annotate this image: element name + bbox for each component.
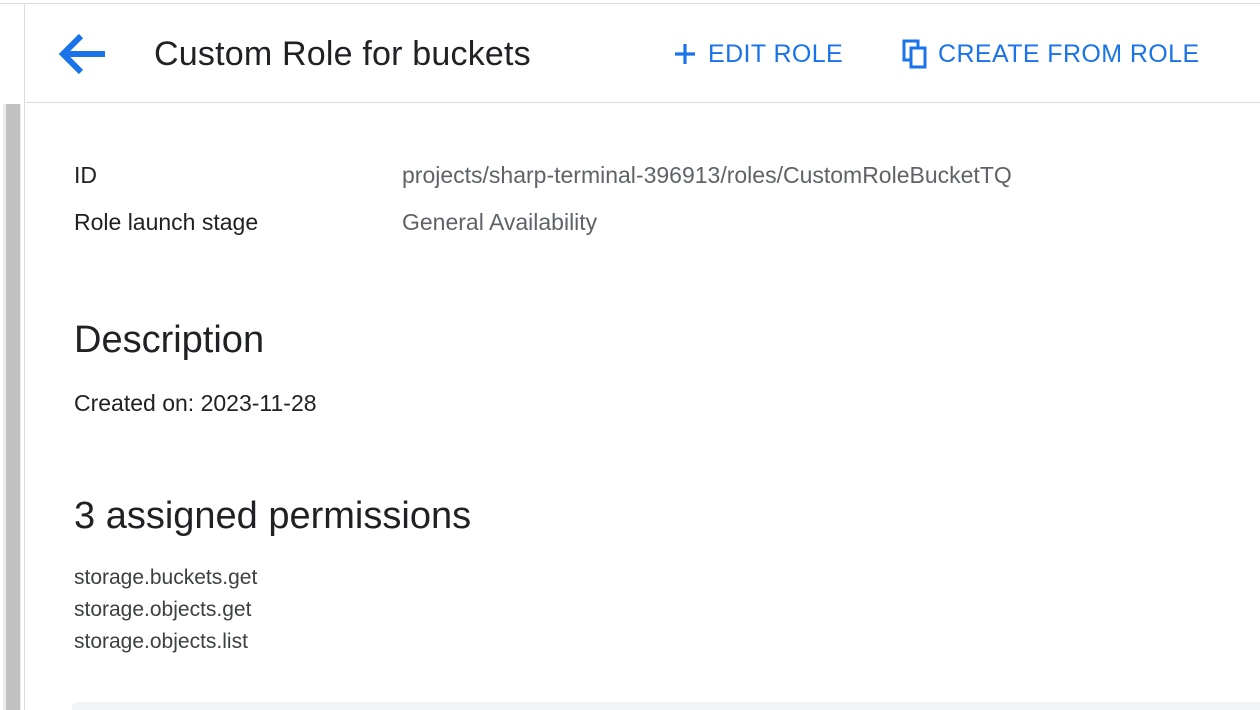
- permissions-list: storage.buckets.get storage.objects.get …: [74, 562, 257, 658]
- permission-item: storage.objects.get: [74, 598, 252, 621]
- plus-icon: [675, 44, 695, 64]
- create-from-role-button[interactable]: CREATE FROM ROLE: [902, 37, 1200, 71]
- launch-stage-label: Role launch stage: [74, 209, 259, 235]
- top-divider: [0, 0, 1260, 4]
- copy-icon: [902, 39, 927, 69]
- arrow-back-icon: [58, 33, 105, 75]
- page-title: Custom Role for buckets: [154, 35, 531, 73]
- id-label: ID: [74, 162, 97, 188]
- edit-role-label: EDIT ROLE: [708, 39, 844, 68]
- launch-stage-value: General Availability: [402, 209, 598, 235]
- permission-item: storage.objects.list: [74, 630, 248, 653]
- create-from-role-label: CREATE FROM ROLE: [938, 39, 1200, 68]
- permissions-heading: 3 assigned permissions: [74, 495, 472, 537]
- bottom-panel: [72, 702, 1260, 710]
- scrollbar-thumb[interactable]: [6, 104, 20, 710]
- back-button[interactable]: [52, 25, 112, 83]
- description-heading: Description: [74, 319, 265, 361]
- page-header: Custom Role for buckets EDIT ROLE CREATE…: [26, 5, 1260, 103]
- permission-item: storage.buckets.get: [74, 566, 258, 589]
- id-value: projects/sharp-terminal-396913/roles/Cus…: [402, 162, 1012, 188]
- description-text: Created on: 2023-11-28: [74, 390, 317, 416]
- edit-role-button[interactable]: EDIT ROLE: [672, 37, 843, 71]
